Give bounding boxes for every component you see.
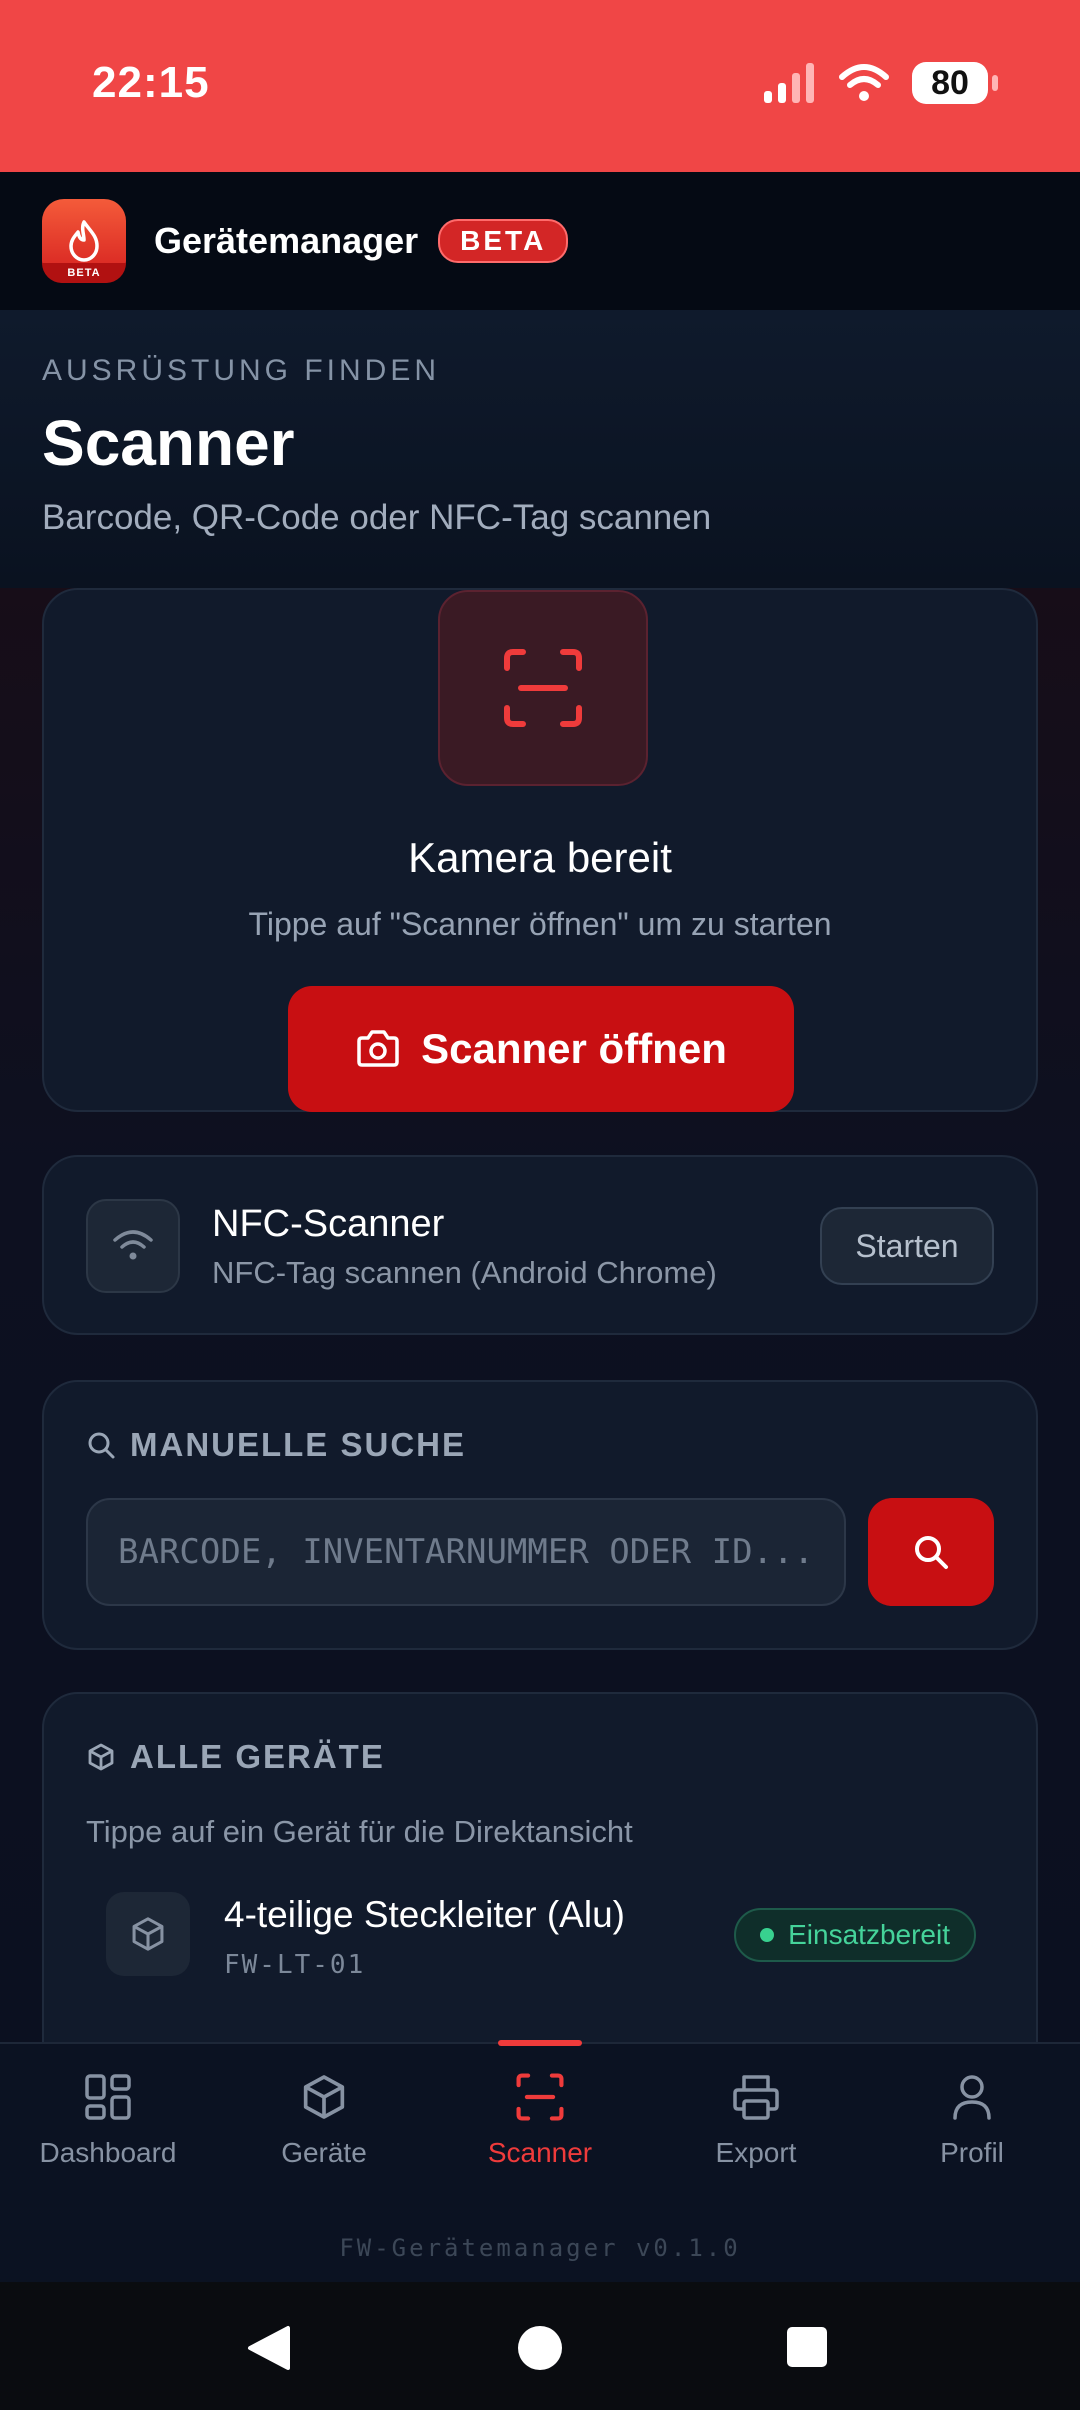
all-devices-heading: ALLE GERÄTE	[86, 1738, 385, 1776]
wifi-icon	[839, 64, 889, 101]
device-id: FW-LT-01	[224, 1950, 366, 1980]
device-name: 4-teilige Steckleiter (Alu)	[224, 1894, 625, 1935]
status-bar: 22:15 80	[0, 0, 1080, 172]
open-scanner-button[interactable]: Scanner öffnen	[288, 986, 794, 1112]
page-title: Scanner	[42, 407, 295, 479]
status-time: 22:15	[92, 58, 210, 107]
open-scanner-label: Scanner öffnen	[421, 1025, 727, 1072]
nav-label-export: Export	[715, 2137, 797, 2168]
main-content[interactable]: Kamera bereit Tippe auf "Scanner öffnen"…	[0, 588, 1080, 2042]
camera-icon	[357, 1030, 399, 1067]
battery-indicator: 80	[912, 62, 998, 104]
nav-item-scanner[interactable]: Scanner	[432, 2072, 648, 2169]
beta-badge: BETA	[438, 219, 569, 263]
camera-scanner-card: Kamera bereit Tippe auf "Scanner öffnen"…	[42, 588, 1038, 1112]
scan-icon	[516, 2073, 564, 2121]
all-devices-card: ALLE GERÄTE Tippe auf ein Gerät für die …	[42, 1692, 1038, 2042]
nav-item-geraete[interactable]: Geräte	[216, 2072, 432, 2169]
home-icon[interactable]	[516, 2324, 564, 2372]
nav-label-scanner: Scanner	[487, 2137, 593, 2168]
camera-status-title: Kamera bereit	[408, 834, 672, 881]
user-icon	[953, 2075, 991, 2120]
all-devices-hint: Tippe auf ein Gerät für die Direktansich…	[86, 1814, 633, 1849]
box-icon	[303, 2075, 345, 2119]
box-icon	[106, 1892, 190, 1976]
manual-search-label: MANUELLE SUCHE	[130, 1426, 467, 1463]
bottom-navigation: Dashboard Geräte Scanner Export Profil F…	[0, 2040, 1080, 2282]
page-header: AUSRÜSTUNG FINDEN Scanner Barcode, QR-Co…	[0, 310, 1080, 588]
nav-label-geraete: Geräte	[281, 2137, 367, 2168]
page-subtitle: Barcode, QR-Code oder NFC-Tag scannen	[42, 498, 712, 537]
signal-icon	[764, 63, 814, 103]
nfc-start-button[interactable]: Starten	[820, 1207, 994, 1285]
status-dot	[760, 1928, 775, 1942]
camera-status-hint: Tippe auf "Scanner öffnen" um zu starten	[248, 906, 832, 942]
manual-search-heading: MANUELLE SUCHE	[86, 1426, 466, 1464]
manual-search-card: MANUELLE SUCHE BARCODE, INVENTARNUMMER O…	[42, 1380, 1038, 1650]
back-icon[interactable]	[246, 2324, 292, 2372]
nav-label-profil: Profil	[940, 2137, 1004, 2168]
nfc-subtitle: NFC-Tag scannen (Android Chrome)	[212, 1255, 717, 1290]
search-submit-button[interactable]	[868, 1498, 994, 1606]
list-item[interactable]: 4-teilige Steckleiter (Alu) FW-LT-01 Ein…	[86, 1878, 998, 1988]
nav-item-export[interactable]: Export	[648, 2072, 864, 2169]
nfc-icon-box	[86, 1199, 180, 1293]
search-icon	[915, 1536, 948, 1569]
printer-icon	[733, 2075, 779, 2120]
dashboard-icon	[85, 2074, 131, 2120]
nav-item-profil[interactable]: Profil	[864, 2072, 1080, 2169]
app-version: FW-Gerätemanager v0.1.0	[339, 2234, 741, 2262]
logo-beta-label: BETA	[42, 263, 126, 283]
status-icons: 80	[762, 62, 998, 104]
nav-label-dashboard: Dashboard	[39, 2137, 177, 2168]
nfc-icon	[113, 1230, 153, 1260]
search-icon	[88, 1432, 115, 1459]
nav-active-indicator	[498, 2040, 582, 2046]
app-bar: BETA Gerätemanager BETA	[0, 172, 1080, 310]
scan-icon	[504, 649, 582, 727]
page-eyebrow: AUSRÜSTUNG FINDEN	[42, 354, 441, 387]
box-icon	[88, 1743, 114, 1771]
nfc-scanner-card: NFC-Scanner NFC-Tag scannen (Android Chr…	[42, 1155, 1038, 1335]
app-title: Gerätemanager	[154, 220, 419, 261]
recents-icon[interactable]	[786, 2326, 828, 2368]
app-logo: BETA	[42, 199, 126, 283]
nfc-title: NFC-Scanner	[212, 1203, 445, 1245]
nav-item-dashboard[interactable]: Dashboard	[0, 2072, 216, 2169]
status-label: Einsatzbereit	[788, 1919, 950, 1950]
scan-icon-box	[438, 590, 648, 786]
system-navigation-bar	[0, 2282, 1080, 2410]
status-badge: Einsatzbereit	[734, 1908, 976, 1962]
all-devices-label: ALLE GERÄTE	[130, 1738, 385, 1775]
search-input[interactable]: BARCODE, INVENTARNUMMER ODER ID...	[86, 1498, 846, 1606]
flame-icon	[69, 220, 99, 262]
